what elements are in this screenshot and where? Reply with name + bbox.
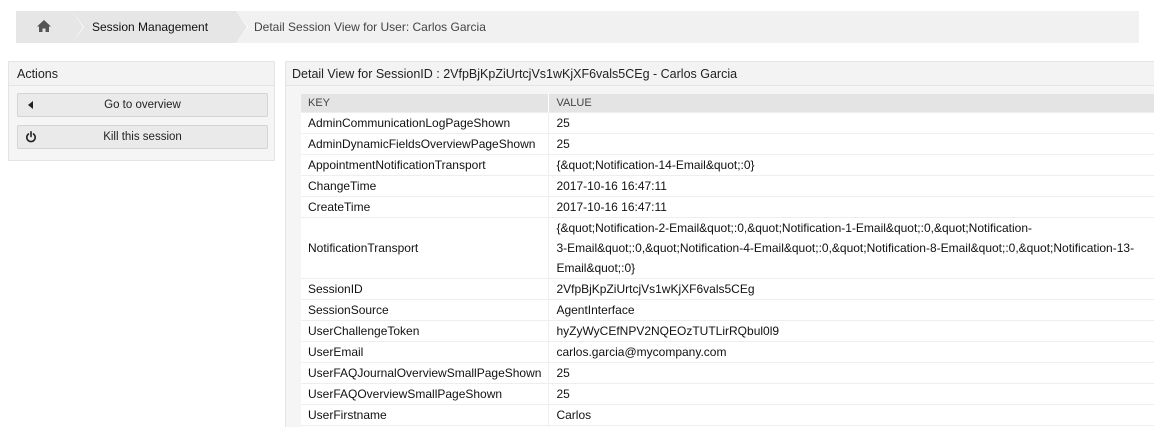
row-key: AdminDynamicFieldsOverviewPageShown — [301, 132, 550, 154]
row-value: AgentInterface — [548, 298, 1154, 320]
row-key: UserFAQJournalOverviewSmallPageShown — [301, 361, 550, 383]
row-value: 25 — [548, 111, 1154, 133]
row-value: 25 — [548, 361, 1154, 383]
home-icon — [36, 19, 52, 36]
row-key: UserChallengeToken — [301, 319, 550, 341]
row-value: Carlos — [548, 403, 1154, 425]
row-key: CreateTime — [301, 195, 550, 217]
row-value: carlos.garcia@mycompany.com — [548, 340, 1154, 362]
row-key: AppointmentNotificationTransport — [301, 153, 550, 175]
caret-left-icon — [18, 101, 44, 109]
button-label: Kill this session — [103, 131, 182, 143]
row-key: NotificationTransport — [301, 216, 550, 278]
row-key: ChangeTime — [301, 174, 550, 196]
table-row: ChangeTime 2017-10-16 16:47:11 — [301, 174, 1154, 196]
breadcrumb-current: Detail Session View for User: Carlos Gar… — [236, 11, 486, 43]
detail-title: Detail View for SessionID : 2VfpBjKpZiUr… — [286, 62, 1154, 86]
table-row: AppointmentNotificationTransport {&quot;N… — [301, 153, 1154, 175]
table-row: UserFAQOverviewSmallPageShown 25 — [301, 382, 1154, 404]
row-value: {&quot;Notification-2-Email&quot;:0,&quo… — [548, 216, 1154, 278]
column-header-value[interactable]: VALUE — [548, 94, 1154, 112]
button-label: Go to overview — [104, 99, 181, 111]
go-to-overview-button[interactable]: Go to overview — [17, 93, 268, 117]
value-line: Email&quot;:0} — [556, 260, 636, 275]
session-detail-panel: Detail View for SessionID : 2VfpBjKpZiUr… — [285, 61, 1154, 427]
row-value: 25 — [548, 132, 1154, 154]
row-value: {&quot;Notification-14-Email&quot;:0} — [548, 153, 1154, 175]
row-value: 25 — [548, 382, 1154, 404]
breadcrumb-item-label: Session Management — [92, 20, 209, 34]
breadcrumb-home[interactable] — [16, 11, 84, 43]
value-line: {&quot;Notification-2-Email&quot;:0,&quo… — [556, 220, 1033, 235]
power-icon — [18, 131, 44, 143]
table-row: NotificationTransport {&quot;Notification… — [301, 216, 1154, 278]
row-value: hyZyWyCEfNPV2NQEOzTUTLirRQbul0l9 — [548, 319, 1154, 341]
value-line: 3-Email&quot;:0,&quot;Notification-4-Ema… — [556, 240, 1135, 255]
table-row: UserFAQJournalOverviewSmallPageShown 25 — [301, 361, 1154, 383]
breadcrumb-item-label: Detail Session View for User: Carlos Gar… — [254, 20, 486, 34]
breadcrumb: Session Management Detail Session View f… — [16, 11, 1139, 43]
actions-panel: Actions Go to overview Kill this session — [8, 61, 275, 161]
row-key: UserFirstname — [301, 403, 550, 425]
row-key: UserFAQOverviewSmallPageShown — [301, 382, 550, 404]
row-value: 2017-10-16 16:47:11 — [548, 195, 1154, 217]
row-value: 2VfpBjKpZiUrtcjVs1wKjXF6vals5CEg — [548, 277, 1154, 299]
session-detail-table: KEY VALUE AdminCommunicationLogPageShown… — [301, 94, 1154, 427]
row-value: 2017-10-16 16:47:11 — [548, 174, 1154, 196]
table-row: UserEmail carlos.garcia@mycompany.com — [301, 340, 1154, 362]
table-row: AdminCommunicationLogPageShown 25 — [301, 111, 1154, 133]
row-key: SessionID — [301, 277, 550, 299]
row-key: SessionSource — [301, 298, 550, 320]
actions-title: Actions — [9, 62, 274, 86]
table-row: CreateTime 2017-10-16 16:47:11 — [301, 195, 1154, 217]
kill-session-button[interactable]: Kill this session — [17, 125, 268, 149]
table-row: UserChallengeToken hyZyWyCEfNPV2NQEOzTUTL… — [301, 319, 1154, 341]
table-row: SessionID 2VfpBjKpZiUrtcjVs1wKjXF6vals5CE… — [301, 277, 1154, 299]
row-key: UserEmail — [301, 340, 550, 362]
row-key: AdminCommunicationLogPageShown — [301, 111, 550, 133]
table-row: AdminDynamicFieldsOverviewPageShown 25 — [301, 132, 1154, 154]
table-row: SessionSource AgentInterface — [301, 298, 1154, 320]
table-row: UserFirstname Carlos — [301, 403, 1154, 425]
column-header-key[interactable]: KEY — [301, 94, 550, 112]
breadcrumb-session-management[interactable]: Session Management — [72, 11, 248, 43]
